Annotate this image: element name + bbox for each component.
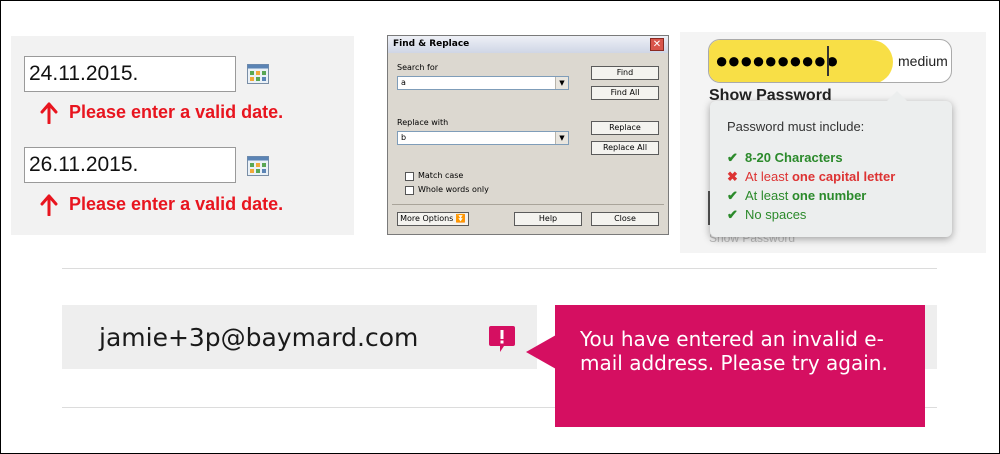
divider-top xyxy=(62,268,937,269)
search-label: Search for xyxy=(397,63,439,72)
find-all-button[interactable]: Find All xyxy=(591,86,659,100)
password-input[interactable]: ●●●●●●●●●● medium xyxy=(708,39,952,83)
rule-number-prefix: At least xyxy=(745,188,792,203)
rule-number: ✔ At least one number xyxy=(727,188,866,204)
arrow-up-icon xyxy=(40,194,58,216)
rule-number-text: one number xyxy=(791,188,867,203)
find-replace-dialog: Find & Replace ✕ Search for a ▼ Find Fin… xyxy=(387,35,669,235)
email-field-edge xyxy=(924,305,937,369)
password-requirements-tooltip: Password must include: ✔ 8-20 Characters … xyxy=(710,91,952,237)
rule-capital: ✖ At least one capital letter xyxy=(727,169,895,185)
dialog-divider xyxy=(392,204,664,205)
double-chevron-down-icon: ⏬ xyxy=(455,214,466,223)
start-date-input[interactable]: 24.11.2015. xyxy=(24,56,236,92)
replace-button[interactable]: Replace xyxy=(591,121,659,135)
check-icon: ✔ xyxy=(727,150,738,165)
help-button[interactable]: Help xyxy=(514,212,582,226)
search-value: a xyxy=(401,78,406,87)
more-options-label: More Options xyxy=(400,214,454,223)
chevron-down-icon[interactable]: ▼ xyxy=(555,132,568,144)
tooltip-pointer xyxy=(886,91,908,102)
callout-pointer xyxy=(526,335,556,369)
rule-spaces: ✔ No spaces xyxy=(727,207,806,223)
check-icon: ✔ xyxy=(727,188,738,203)
chevron-down-icon[interactable]: ▼ xyxy=(555,77,568,89)
calendar-icon[interactable] xyxy=(247,156,269,176)
email-error-callout: You have entered an invalid e-mail addre… xyxy=(526,305,925,427)
password-panel: ●●●●●●●●●● medium Show Password Show Pas… xyxy=(680,32,986,253)
end-date-error-text: Please enter a valid date. xyxy=(69,194,284,214)
end-date-input[interactable]: 26.11.2015. xyxy=(24,147,236,183)
rule-spaces-text: No spaces xyxy=(745,207,807,222)
tooltip-title: Password must include: xyxy=(727,119,865,134)
email-error-text: You have entered an invalid e-mail addre… xyxy=(580,327,888,375)
dialog-titlebar: Find & Replace ✕ xyxy=(388,36,668,53)
dialog-title: Find & Replace xyxy=(393,39,470,49)
match-case-checkbox[interactable] xyxy=(405,172,414,181)
error-icon xyxy=(489,326,515,352)
rule-length-text: 8-20 Characters xyxy=(745,150,843,165)
close-icon[interactable]: ✕ xyxy=(650,38,664,51)
end-date-value: 26.11.2015. xyxy=(29,153,139,176)
date-validation-panel: 24.11.2015. Please enter a valid date. 2… xyxy=(11,36,354,235)
email-value: jamie+3p@baymard.com xyxy=(99,323,419,352)
cross-icon: ✖ xyxy=(727,169,738,184)
replace-label: Replace with xyxy=(397,118,449,127)
replace-all-button[interactable]: Replace All xyxy=(591,141,659,155)
rule-capital-text: one capital letter xyxy=(791,169,896,184)
replace-value: b xyxy=(401,133,407,142)
rule-length: ✔ 8-20 Characters xyxy=(727,150,843,166)
whole-words-label: Whole words only xyxy=(418,185,489,194)
password-strength-label: medium xyxy=(898,53,948,69)
search-combobox[interactable]: a ▼ xyxy=(397,76,569,90)
check-icon: ✔ xyxy=(727,207,738,222)
start-date-value: 24.11.2015. xyxy=(29,62,139,85)
text-cursor xyxy=(827,46,829,76)
start-date-error-text: Please enter a valid date. xyxy=(69,102,284,122)
password-masked-value: ●●●●●●●●●● xyxy=(715,48,839,73)
find-button[interactable]: Find xyxy=(591,66,659,80)
rule-capital-prefix: At least xyxy=(745,169,792,184)
match-case-label: Match case xyxy=(418,171,464,180)
email-input[interactable]: jamie+3p@baymard.com xyxy=(62,305,537,369)
whole-words-checkbox[interactable] xyxy=(405,186,414,195)
calendar-icon[interactable] xyxy=(247,64,269,84)
arrow-up-icon xyxy=(40,102,58,124)
more-options-button[interactable]: More Options ⏬ xyxy=(397,212,469,226)
replace-combobox[interactable]: b ▼ xyxy=(397,131,569,145)
close-button[interactable]: Close xyxy=(591,212,659,226)
